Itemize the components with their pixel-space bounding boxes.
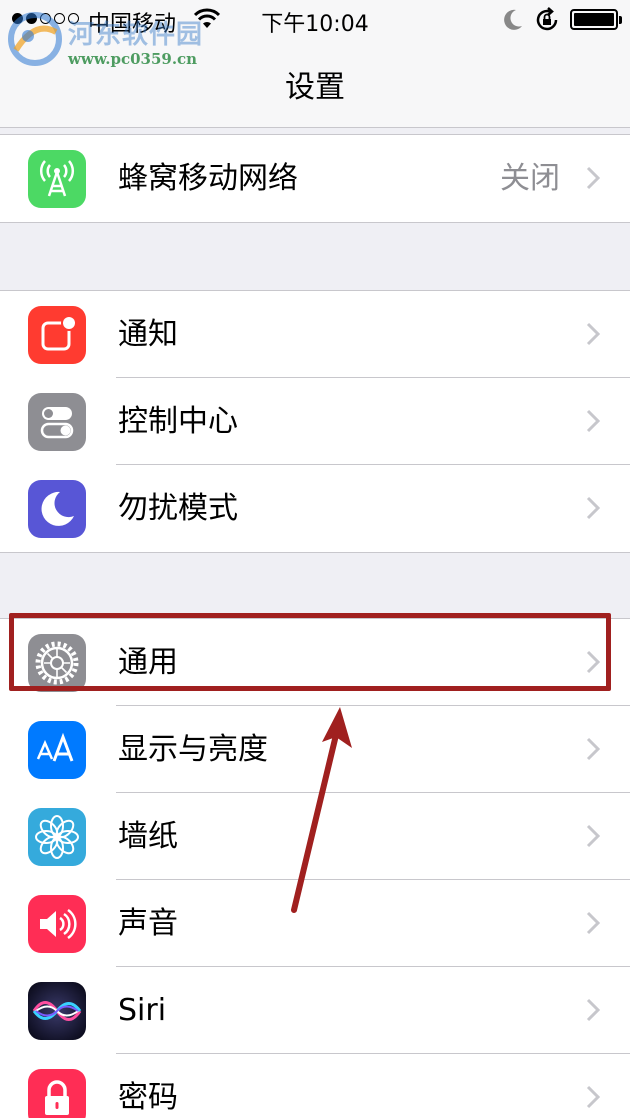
- chevron-right-icon: [586, 322, 600, 346]
- cellular-antenna-icon: [28, 150, 86, 208]
- siri-icon: [28, 982, 86, 1040]
- settings-row-display-brightness[interactable]: 显示与亮度: [0, 706, 630, 793]
- settings-row-label: 通知: [118, 317, 178, 352]
- chevron-right-icon: [586, 1085, 600, 1109]
- notifications-icon: [28, 306, 86, 364]
- settings-row-passcode[interactable]: 密码: [0, 1054, 630, 1118]
- settings-row-siri[interactable]: Siri: [0, 967, 630, 1054]
- settings-row-control-center[interactable]: 控制中心: [0, 378, 630, 465]
- settings-row-label: 控制中心: [118, 404, 238, 439]
- watermark-title: 河东软件园: [68, 20, 204, 50]
- highlight-box: [9, 613, 611, 691]
- chevron-right-icon: [586, 496, 600, 520]
- lock-icon: [28, 1069, 86, 1118]
- settings-row-label: 声音: [118, 906, 178, 941]
- settings-group-general: 通用 显示与亮度 墙纸 声音 Siri 密码: [0, 618, 630, 1118]
- chevron-right-icon: [586, 737, 600, 761]
- settings-row-value: 关闭: [500, 161, 560, 196]
- watermark-logo-icon: [8, 12, 62, 66]
- navigation-header: 中国移动 下午10:04 河东软件园 www.pc0359.cn 设置: [0, 0, 630, 128]
- settings-row-label: 密码: [118, 1080, 178, 1115]
- chevron-right-icon: [586, 911, 600, 935]
- text-size-icon: [28, 721, 86, 779]
- settings-row-wallpaper[interactable]: 墙纸: [0, 793, 630, 880]
- settings-group-network: 蜂窝移动网络 关闭: [0, 134, 630, 223]
- settings-row-label: Siri: [118, 993, 167, 1028]
- page-title: 设置: [285, 70, 345, 105]
- battery-icon: [570, 9, 622, 30]
- control-center-icon: [28, 393, 86, 451]
- do-not-disturb-status-icon: [504, 9, 522, 30]
- settings-row-label: 显示与亮度: [118, 732, 268, 767]
- chevron-right-icon: [586, 166, 600, 190]
- speaker-icon: [28, 895, 86, 953]
- chevron-right-icon: [586, 409, 600, 433]
- settings-row-sounds[interactable]: 声音: [0, 880, 630, 967]
- settings-row-label: 墙纸: [118, 819, 178, 854]
- orientation-lock-icon: [536, 7, 558, 31]
- chevron-right-icon: [586, 998, 600, 1022]
- flower-icon: [28, 808, 86, 866]
- chevron-right-icon: [586, 824, 600, 848]
- settings-row-label: 蜂窝移动网络: [118, 161, 298, 196]
- settings-row-cellular[interactable]: 蜂窝移动网络 关闭: [0, 135, 630, 222]
- settings-group-system: 通知 控制中心 勿扰模式: [0, 290, 630, 553]
- settings-row-label: 勿扰模式: [118, 491, 238, 526]
- settings-row-do-not-disturb[interactable]: 勿扰模式: [0, 465, 630, 552]
- moon-icon: [28, 480, 86, 538]
- settings-row-notifications[interactable]: 通知: [0, 291, 630, 378]
